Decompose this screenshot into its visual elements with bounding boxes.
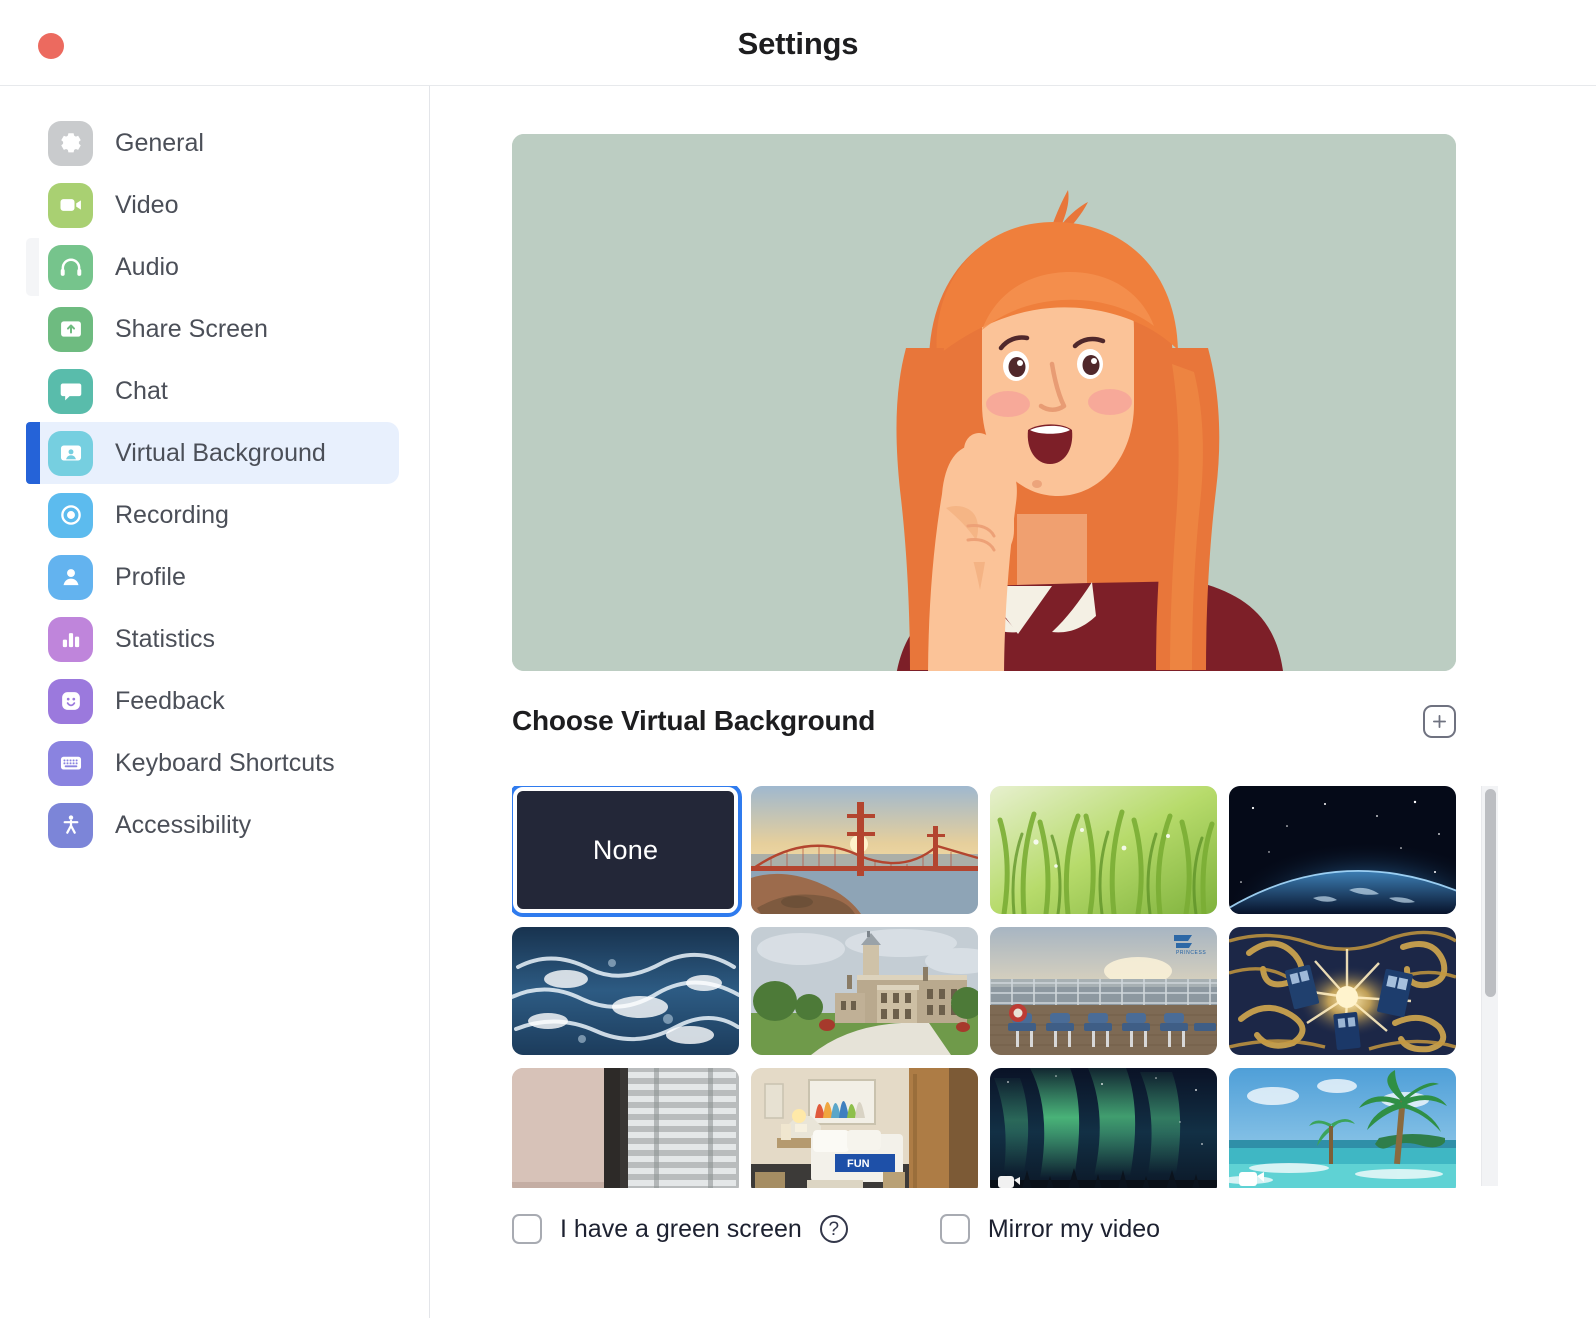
sidebar-item-label: Virtual Background bbox=[115, 438, 326, 467]
sidebar-item-accessibility[interactable]: Accessibility bbox=[28, 794, 399, 856]
background-tile-vangogh[interactable] bbox=[1229, 927, 1456, 1055]
background-tile-cruise[interactable]: PRINCESS bbox=[990, 927, 1217, 1055]
background-tile-none[interactable]: None bbox=[512, 786, 742, 917]
bar-chart-icon bbox=[48, 616, 93, 662]
sidebar-item-profile[interactable]: Profile bbox=[28, 546, 399, 608]
sidebar-item-feedback[interactable]: Feedback bbox=[28, 670, 399, 732]
background-grid: None PRINCESS FUN bbox=[512, 786, 1480, 1188]
video-preview[interactable] bbox=[512, 134, 1456, 671]
sidebar-item-label: Video bbox=[115, 190, 179, 219]
sidebar-item-label: Accessibility bbox=[115, 810, 252, 839]
settings-sidebar: General Video Audio Share Screen Chat Vi… bbox=[0, 86, 430, 1318]
keyboard-icon bbox=[48, 740, 93, 786]
sidebar-item-label: Feedback bbox=[115, 686, 225, 715]
background-tile-ocean[interactable] bbox=[512, 927, 739, 1055]
sidebar-item-statistics[interactable]: Statistics bbox=[28, 608, 399, 670]
sidebar-item-virtual-background[interactable]: Virtual Background bbox=[26, 422, 399, 484]
settings-window: Settings General Video Audio Share Scree… bbox=[0, 0, 1596, 1318]
smiley-face-icon bbox=[48, 678, 93, 724]
background-options-row: I have a green screen ? Mirror my video bbox=[512, 1204, 1456, 1254]
chat-bubble-icon bbox=[48, 368, 93, 414]
title-bar: Settings bbox=[0, 0, 1596, 86]
virtual-background-icon bbox=[48, 430, 93, 476]
sidebar-item-audio[interactable]: Audio bbox=[26, 236, 399, 298]
video-camera-icon bbox=[48, 182, 93, 228]
sidebar-item-label: General bbox=[115, 128, 204, 157]
sidebar-item-share-screen[interactable]: Share Screen bbox=[28, 298, 399, 360]
background-tile-aurora[interactable] bbox=[990, 1068, 1217, 1188]
sidebar-item-chat[interactable]: Chat bbox=[28, 360, 399, 422]
avatar-illustration bbox=[512, 134, 1456, 671]
mirror-video-checkbox[interactable] bbox=[939, 1214, 970, 1244]
background-tile-grass[interactable] bbox=[990, 786, 1217, 914]
green-screen-label: I have a green screen bbox=[560, 1214, 802, 1243]
choose-background-header: Choose Virtual Background bbox=[512, 698, 1456, 744]
background-tile-balcony[interactable] bbox=[512, 1068, 739, 1188]
background-tile-hotel[interactable]: FUN bbox=[751, 1068, 978, 1188]
help-icon[interactable]: ? bbox=[819, 1215, 848, 1243]
sidebar-item-label: Statistics bbox=[115, 624, 216, 653]
background-tile-bridge[interactable] bbox=[751, 786, 978, 914]
section-title: Choose Virtual Background bbox=[512, 705, 876, 736]
sidebar-item-recording[interactable]: Recording bbox=[28, 484, 399, 546]
sidebar-item-general[interactable]: General bbox=[28, 112, 399, 174]
mirror-video-label: Mirror my video bbox=[987, 1214, 1161, 1243]
sidebar-item-keyboard-shortcuts[interactable]: Keyboard Shortcuts bbox=[28, 732, 399, 794]
gear-icon bbox=[48, 120, 93, 166]
scrollbar-thumb[interactable] bbox=[1485, 789, 1496, 997]
background-tile-space[interactable] bbox=[1229, 786, 1456, 914]
window-title: Settings bbox=[737, 26, 859, 61]
plus-icon bbox=[1432, 714, 1447, 728]
record-circle-icon bbox=[48, 492, 93, 538]
accessibility-icon bbox=[48, 802, 93, 848]
sidebar-item-label: Keyboard Shortcuts bbox=[115, 748, 335, 777]
sidebar-item-label: Profile bbox=[115, 562, 186, 591]
svg-text:PRINCESS: PRINCESS bbox=[1176, 950, 1206, 956]
sidebar-item-label: Chat bbox=[115, 376, 168, 405]
sidebar-item-video[interactable]: Video bbox=[28, 174, 399, 236]
background-tile-label: None bbox=[592, 834, 659, 865]
virtual-background-panel: Choose Virtual Background None PRINCESS … bbox=[431, 86, 1596, 1318]
background-tile-campus[interactable] bbox=[751, 927, 978, 1055]
person-icon bbox=[48, 554, 93, 600]
sidebar-item-label: Audio bbox=[115, 252, 179, 281]
share-screen-icon bbox=[48, 306, 93, 352]
add-background-button[interactable] bbox=[1423, 704, 1456, 738]
sidebar-item-label: Share Screen bbox=[115, 314, 268, 343]
mirror-video-option[interactable]: Mirror my video bbox=[939, 1214, 1161, 1244]
green-screen-option[interactable]: I have a green screen ? bbox=[512, 1214, 848, 1244]
green-screen-checkbox[interactable] bbox=[512, 1214, 542, 1244]
background-grid-scrollbar[interactable] bbox=[1481, 786, 1498, 1186]
sidebar-item-label: Recording bbox=[115, 500, 229, 529]
svg-text:FUN: FUN bbox=[847, 1158, 870, 1170]
headphones-icon bbox=[48, 244, 93, 290]
background-tile-beach[interactable] bbox=[1229, 1068, 1456, 1188]
